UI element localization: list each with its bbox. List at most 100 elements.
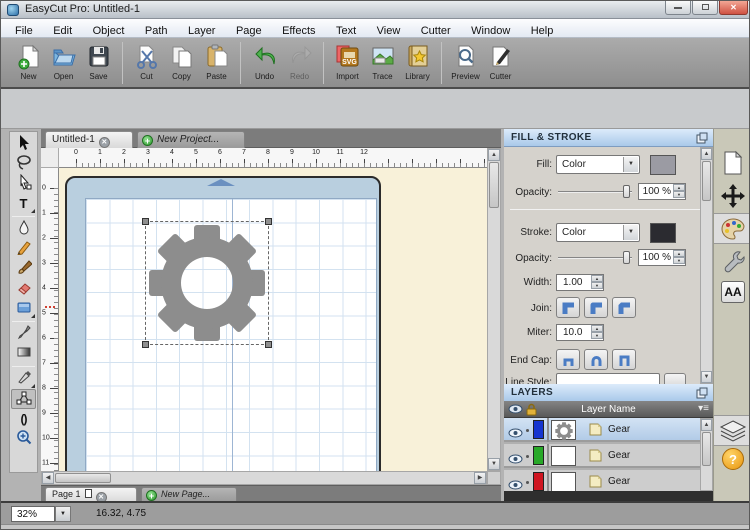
copy-button[interactable]: Copy xyxy=(164,42,199,81)
zoom-dropdown-button[interactable]: ▼ xyxy=(55,506,71,522)
stroke-type-dropdown[interactable]: Color▼ xyxy=(556,223,640,242)
menu-window[interactable]: Window xyxy=(463,24,518,38)
panel-scrollbar[interactable]: ▲ ▼ xyxy=(700,147,713,384)
gradient-tool[interactable] xyxy=(11,344,36,364)
scroll-up-icon[interactable]: ▲ xyxy=(488,149,500,161)
selection-handle[interactable] xyxy=(265,341,272,348)
fill-swatch[interactable] xyxy=(650,155,676,175)
tab-untitled-1[interactable]: Untitled-1✕ xyxy=(45,131,133,148)
menu-object[interactable]: Object xyxy=(85,24,133,38)
selection-handle[interactable] xyxy=(142,341,149,348)
node-edit-tool[interactable] xyxy=(11,389,36,409)
join-miter-button[interactable] xyxy=(556,297,580,318)
horizontal-scrollbar[interactable]: ◀ ▶ xyxy=(41,471,487,485)
menu-edit[interactable]: Edit xyxy=(45,24,80,38)
pages-panel-button[interactable] xyxy=(714,147,750,178)
knife-tool[interactable] xyxy=(11,369,36,389)
rectangle-tool[interactable] xyxy=(11,299,36,319)
spin-up-icon[interactable]: ▲ xyxy=(591,325,603,332)
stroke-opacity-spinner[interactable]: 100 %▲▼ xyxy=(638,249,686,266)
zoom-level-input[interactable]: 32% xyxy=(11,506,55,522)
scroll-up-icon[interactable]: ▲ xyxy=(701,148,712,160)
visibility-eye-icon[interactable] xyxy=(508,451,523,469)
slider-thumb[interactable] xyxy=(623,251,630,264)
library-button[interactable]: Library xyxy=(400,42,435,81)
line-style-dropdown[interactable] xyxy=(556,373,660,384)
layer-color-bar[interactable] xyxy=(533,446,544,465)
trace-button[interactable]: Trace xyxy=(365,42,400,81)
vertical-scrollbar[interactable]: ▲ ▼ xyxy=(487,148,501,471)
canvas-viewport[interactable] xyxy=(59,168,487,471)
lasso-tool[interactable] xyxy=(11,154,36,174)
transform-panel-button[interactable] xyxy=(714,180,750,211)
spin-up-icon[interactable]: ▲ xyxy=(673,250,685,257)
cut-button[interactable]: Cut xyxy=(129,42,164,81)
ink-tool[interactable] xyxy=(11,219,36,239)
spin-down-icon[interactable]: ▼ xyxy=(673,257,685,264)
direct-select-tool[interactable] xyxy=(11,174,36,194)
menu-help[interactable]: Help xyxy=(523,24,562,38)
save-button[interactable]: Save xyxy=(81,42,116,81)
import-button[interactable]: SVGImport xyxy=(330,42,365,81)
cap-butt-button[interactable] xyxy=(556,349,580,370)
spin-down-icon[interactable]: ▼ xyxy=(591,332,603,339)
brush-tool[interactable] xyxy=(11,259,36,279)
close-button[interactable]: ✕ xyxy=(719,1,748,15)
stroke-swatch[interactable] xyxy=(650,223,676,243)
minimize-button[interactable] xyxy=(665,1,691,15)
lock-dot[interactable] xyxy=(526,455,529,458)
undo-button[interactable]: Undo xyxy=(247,42,282,81)
line-style-edit-button[interactable] xyxy=(664,373,686,384)
layers-scroll-thumb[interactable] xyxy=(702,432,711,466)
join-round-button[interactable] xyxy=(584,297,608,318)
miter-input[interactable]: 10.0▲▼ xyxy=(556,324,604,341)
layer-row[interactable]: Gear xyxy=(504,444,700,468)
panel-popout-icon[interactable] xyxy=(696,387,708,402)
new-project-tab[interactable]: +New Project... xyxy=(137,131,245,148)
fill-stroke-panel-button[interactable] xyxy=(714,213,750,244)
fill-opacity-slider[interactable] xyxy=(558,185,632,199)
layer-thumbnail[interactable] xyxy=(551,446,576,466)
layers-panel-button[interactable] xyxy=(714,415,750,446)
layers-scrollbar[interactable]: ▲ xyxy=(700,418,713,491)
layer-thumbnail[interactable] xyxy=(551,472,576,492)
vertical-scroll-thumb[interactable] xyxy=(489,162,499,208)
layer-row[interactable]: Gear xyxy=(504,418,700,442)
width-input[interactable]: 1.00▲▼ xyxy=(556,274,604,291)
layer-thumbnail[interactable] xyxy=(551,420,576,440)
open-button[interactable]: Open xyxy=(46,42,81,81)
layer-color-bar[interactable] xyxy=(533,472,544,491)
menu-file[interactable]: File xyxy=(7,24,41,38)
new-button[interactable]: New xyxy=(11,42,46,81)
fonts-panel-button[interactable]: AA xyxy=(714,278,750,309)
pencil-tool[interactable] xyxy=(11,239,36,259)
paste-button[interactable]: Paste xyxy=(199,42,234,81)
menu-view[interactable]: View xyxy=(369,24,409,38)
cap-square-button[interactable] xyxy=(612,349,636,370)
help-button[interactable]: ? xyxy=(714,445,750,476)
new-page-tab[interactable]: +New Page... xyxy=(141,487,237,502)
cutter-button[interactable]: Cutter xyxy=(483,42,518,81)
menu-cutter[interactable]: Cutter xyxy=(413,24,459,38)
menu-text[interactable]: Text xyxy=(328,24,364,38)
stroke-opacity-slider[interactable] xyxy=(558,251,632,265)
fill-type-dropdown[interactable]: Color▼ xyxy=(556,155,640,174)
preview-button[interactable]: Preview xyxy=(448,42,483,81)
selection-handle[interactable] xyxy=(265,218,272,225)
spin-down-icon[interactable]: ▼ xyxy=(673,191,685,198)
lock-dot[interactable] xyxy=(526,481,529,484)
settings-panel-button[interactable] xyxy=(714,246,750,277)
visibility-eye-icon[interactable] xyxy=(508,425,523,443)
layers-menu-icon[interactable]: ▾≡ xyxy=(698,403,709,414)
wrap-tool[interactable]: () xyxy=(11,409,36,429)
cap-round-button[interactable] xyxy=(584,349,608,370)
spin-up-icon[interactable]: ▲ xyxy=(591,275,603,282)
lock-dot[interactable] xyxy=(526,429,529,432)
horizontal-scroll-thumb[interactable] xyxy=(55,473,111,483)
tab-close-icon[interactable]: ✕ xyxy=(99,137,110,148)
join-bevel-button[interactable] xyxy=(612,297,636,318)
scroll-left-icon[interactable]: ◀ xyxy=(42,472,54,484)
scroll-right-icon[interactable]: ▶ xyxy=(474,472,486,484)
layer-color-bar[interactable] xyxy=(533,420,544,439)
spin-down-icon[interactable]: ▼ xyxy=(591,282,603,289)
